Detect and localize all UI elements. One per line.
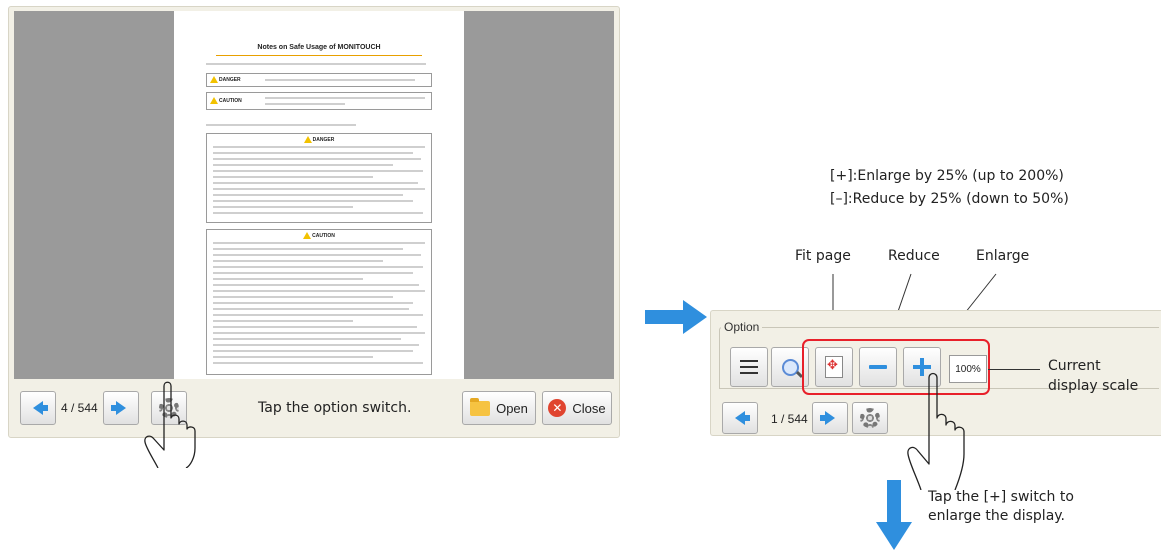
zoom-rule-reduce: [–]:Reduce by 25% (down to 50%) bbox=[830, 191, 1069, 207]
tap-plus-note-2: enlarge the display. bbox=[928, 508, 1066, 524]
caution-signal-label: CAUTION bbox=[219, 97, 242, 104]
caution-heading: CAUTION bbox=[312, 232, 335, 239]
magnifier-icon bbox=[781, 358, 799, 376]
arrow-right-icon bbox=[111, 401, 126, 415]
menu-button[interactable] bbox=[730, 347, 768, 387]
folder-icon bbox=[470, 397, 491, 416]
enlarge-callout: Enlarge bbox=[976, 248, 1030, 264]
option-button-2[interactable] bbox=[852, 402, 888, 434]
big-arrow-down-icon bbox=[876, 480, 912, 550]
close-button[interactable]: ✕ Close bbox=[542, 391, 612, 425]
scale-callout-line bbox=[988, 369, 1040, 370]
danger-signal-box: DANGER bbox=[206, 73, 432, 87]
page-counter-2: 1 / 544 bbox=[771, 412, 808, 426]
document-page: Notes on Safe Usage of MONITOUCH DANGER … bbox=[174, 11, 464, 379]
option-legend: Option bbox=[721, 320, 763, 334]
danger-section: DANGER bbox=[206, 133, 432, 223]
prev-page-button[interactable] bbox=[20, 391, 56, 425]
danger-signal-label: DANGER bbox=[219, 76, 241, 83]
open-button-label: Open bbox=[496, 400, 528, 416]
big-arrow-right-icon bbox=[645, 300, 707, 334]
tap-option-note: Tap the option switch. bbox=[258, 400, 412, 416]
hand-pointer-icon bbox=[907, 372, 965, 490]
reduce-callout: Reduce bbox=[888, 248, 940, 264]
page-counter: 4 / 544 bbox=[61, 401, 98, 415]
document-display-area[interactable]: Notes on Safe Usage of MONITOUCH DANGER … bbox=[14, 11, 614, 379]
fit-page-callout: Fit page bbox=[795, 248, 851, 264]
close-button-label: Close bbox=[572, 400, 606, 416]
tap-plus-note-1: Tap the [+] switch to bbox=[928, 489, 1074, 505]
document-viewer: Notes on Safe Usage of MONITOUCH DANGER … bbox=[8, 6, 620, 438]
open-button[interactable]: Open bbox=[462, 391, 536, 425]
zoom-rule-enlarge: [+]:Enlarge by 25% (up to 200%) bbox=[830, 168, 1064, 184]
arrow-left-icon bbox=[735, 411, 750, 425]
warning-icon bbox=[303, 232, 312, 239]
gear-icon bbox=[860, 408, 880, 428]
caution-section: CAUTION bbox=[206, 229, 432, 375]
next-page-button-2[interactable] bbox=[812, 402, 848, 434]
warning-icon bbox=[303, 136, 312, 143]
title-rule bbox=[216, 55, 422, 56]
warning-icon bbox=[210, 97, 218, 104]
hand-pointer-icon bbox=[144, 381, 196, 468]
caution-signal-box: CAUTION bbox=[206, 92, 432, 110]
document-title: Notes on Safe Usage of MONITOUCH bbox=[257, 44, 381, 51]
arrow-left-icon bbox=[33, 401, 48, 415]
prev-page-button-2[interactable] bbox=[722, 402, 758, 434]
text-line bbox=[206, 63, 426, 65]
next-page-button[interactable] bbox=[103, 391, 139, 425]
danger-heading: DANGER bbox=[312, 136, 335, 143]
current-scale-callout-2: display scale bbox=[1048, 378, 1139, 394]
close-icon: ✕ bbox=[548, 399, 567, 417]
menu-icon bbox=[740, 360, 758, 374]
arrow-right-icon bbox=[820, 411, 835, 425]
warning-icon bbox=[210, 76, 218, 83]
current-scale-callout-1: Current bbox=[1048, 358, 1101, 374]
